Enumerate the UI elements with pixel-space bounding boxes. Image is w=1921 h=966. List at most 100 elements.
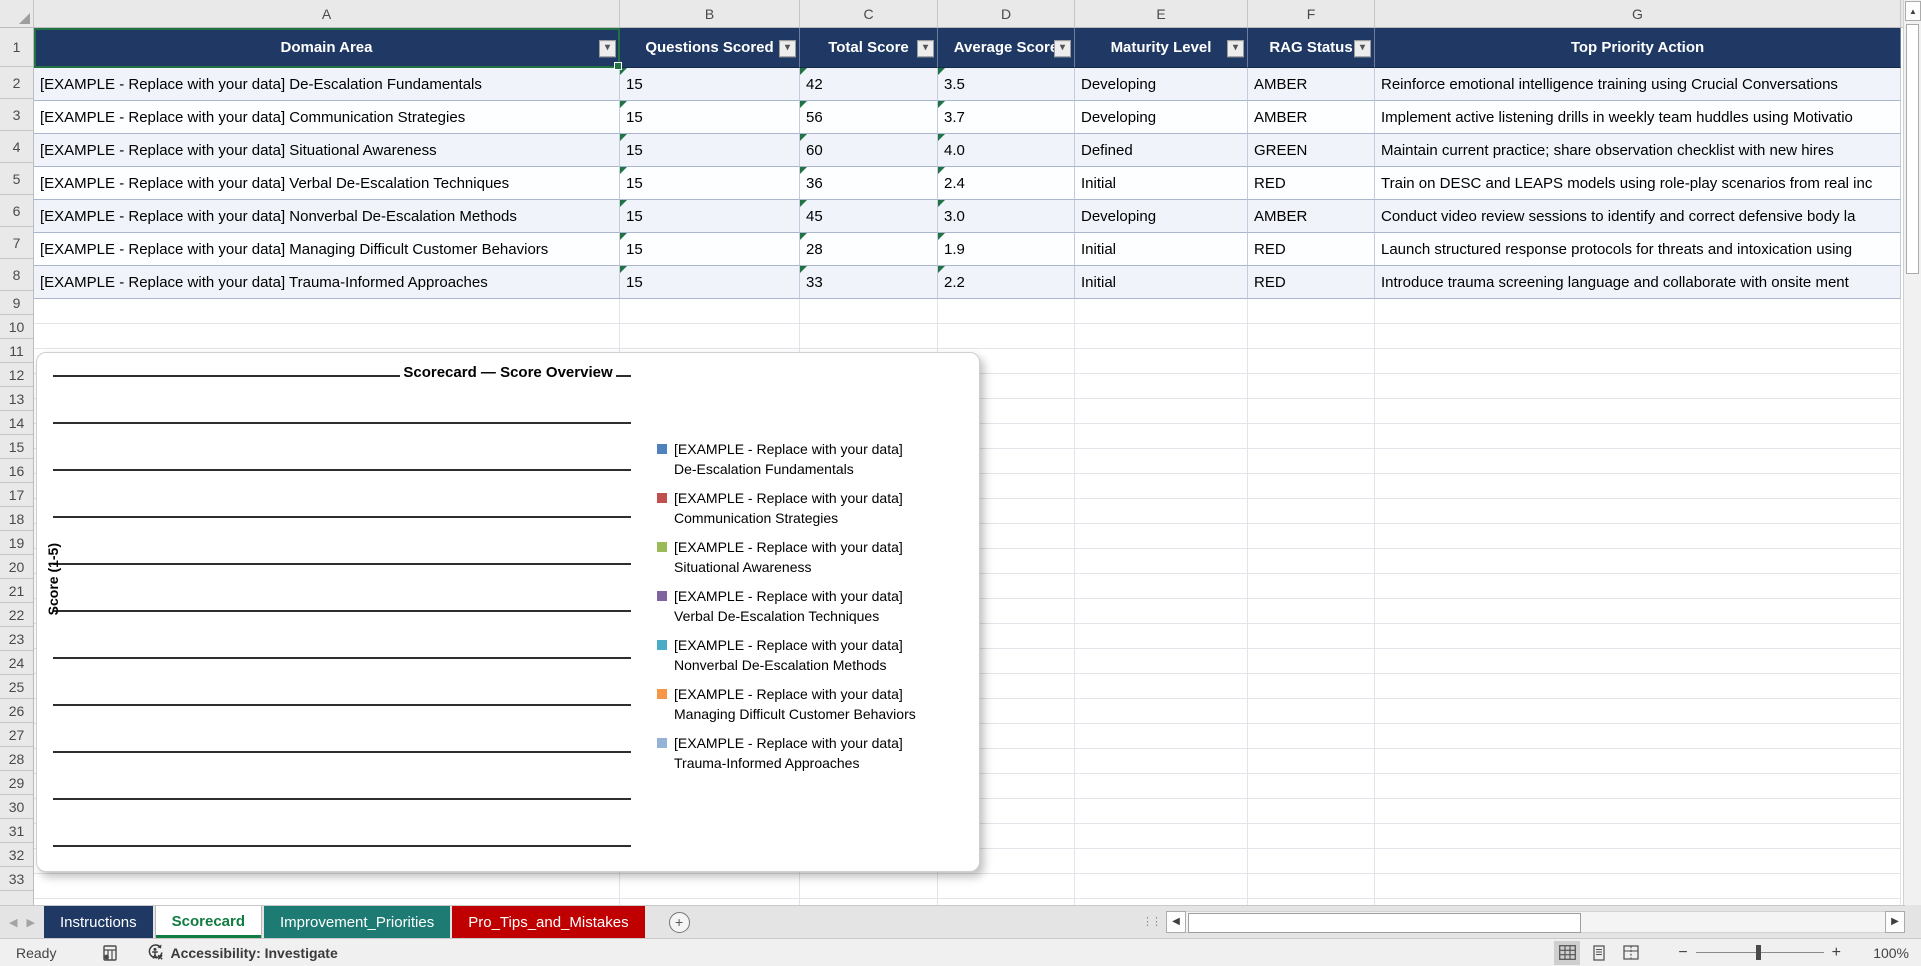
empty-cell[interactable] <box>1075 374 1248 399</box>
cell-rag[interactable]: RED <box>1248 167 1375 200</box>
cell-action[interactable]: Maintain current practice; share observa… <box>1375 134 1901 167</box>
empty-cell[interactable] <box>1375 499 1901 524</box>
row-header-15[interactable]: 15 <box>0 435 33 459</box>
cell-average[interactable]: 2.4 <box>938 167 1075 200</box>
empty-cell[interactable] <box>1075 424 1248 449</box>
row-header-10[interactable]: 10 <box>0 315 33 339</box>
horizontal-scroll-thumb[interactable] <box>1188 912 1582 933</box>
empty-cell[interactable] <box>1075 549 1248 574</box>
empty-cell[interactable] <box>1375 349 1901 374</box>
page-break-preview-button[interactable] <box>1618 941 1644 965</box>
cell-domain[interactable]: [EXAMPLE - Replace with your data] Commu… <box>34 101 620 134</box>
empty-cell[interactable] <box>1375 849 1901 874</box>
empty-cell[interactable] <box>1375 674 1901 699</box>
row-header-11[interactable]: 11 <box>0 339 33 363</box>
empty-cell[interactable] <box>1375 749 1901 774</box>
row-header-17[interactable]: 17 <box>0 483 33 507</box>
column-header-E[interactable]: E <box>1075 0 1248 27</box>
row-header-33[interactable]: 33 <box>0 867 33 891</box>
empty-cell[interactable] <box>34 324 620 349</box>
filter-dropdown-button[interactable]: ▾ <box>779 39 796 57</box>
cell-average[interactable]: 3.5 <box>938 68 1075 101</box>
empty-cell[interactable] <box>1075 499 1248 524</box>
cell-action[interactable]: Train on DESC and LEAPS models using rol… <box>1375 167 1901 200</box>
cell-questions[interactable]: 15 <box>620 200 800 233</box>
empty-cell[interactable] <box>1248 549 1375 574</box>
tab-splitter-grip-icon[interactable]: ⋮⋮ <box>1142 915 1162 928</box>
tab-scroll-left-icon[interactable]: ◀ <box>0 916 26 929</box>
filter-dropdown-button[interactable]: ▾ <box>1227 39 1244 57</box>
cell-rag[interactable]: RED <box>1248 266 1375 299</box>
empty-cell[interactable] <box>1375 624 1901 649</box>
cell-total[interactable]: 42 <box>800 68 938 101</box>
row-header-26[interactable]: 26 <box>0 699 33 723</box>
empty-cell[interactable] <box>1375 474 1901 499</box>
empty-cell[interactable] <box>1075 324 1248 349</box>
empty-cell[interactable] <box>1248 374 1375 399</box>
page-layout-view-button[interactable] <box>1586 941 1612 965</box>
scroll-right-button[interactable]: ▶ <box>1885 910 1905 933</box>
cell-average[interactable]: 3.7 <box>938 101 1075 134</box>
cell-domain[interactable]: [EXAMPLE - Replace with your data] Nonve… <box>34 200 620 233</box>
cell-total[interactable]: 45 <box>800 200 938 233</box>
empty-cell[interactable] <box>1075 749 1248 774</box>
vertical-scrollbar[interactable]: ▲ <box>1903 0 1921 905</box>
cell-domain[interactable]: [EXAMPLE - Replace with your data] Situa… <box>34 134 620 167</box>
empty-cell[interactable] <box>1248 449 1375 474</box>
cell-action[interactable]: Conduct video review sessions to identif… <box>1375 200 1901 233</box>
header-cell-questions[interactable]: Questions Scored ▾ <box>620 28 800 68</box>
empty-cell[interactable] <box>1075 399 1248 424</box>
legend-entry[interactable]: [EXAMPLE - Replace with your data] Commu… <box>657 488 957 528</box>
select-all-button[interactable] <box>0 0 34 27</box>
zoom-slider-handle[interactable] <box>1755 945 1761 960</box>
legend-entry[interactable]: [EXAMPLE - Replace with your data] Manag… <box>657 684 957 724</box>
legend-entry[interactable]: [EXAMPLE - Replace with your data] Nonve… <box>657 635 957 675</box>
cell-total[interactable]: 56 <box>800 101 938 134</box>
row-header-12[interactable]: 12 <box>0 363 33 387</box>
empty-cell[interactable] <box>1248 699 1375 724</box>
cell-total[interactable]: 36 <box>800 167 938 200</box>
empty-cell[interactable] <box>1075 699 1248 724</box>
cell-questions[interactable]: 15 <box>620 101 800 134</box>
column-header-F[interactable]: F <box>1248 0 1375 27</box>
empty-cell[interactable] <box>1375 724 1901 749</box>
empty-cell[interactable] <box>1248 774 1375 799</box>
empty-cell[interactable] <box>1375 774 1901 799</box>
horizontal-scroll-track[interactable] <box>1186 910 1885 933</box>
empty-cell[interactable] <box>1248 824 1375 849</box>
row-header-25[interactable]: 25 <box>0 675 33 699</box>
cell-maturity[interactable]: Initial <box>1075 266 1248 299</box>
empty-cell[interactable] <box>1248 674 1375 699</box>
empty-cell[interactable] <box>1375 549 1901 574</box>
column-header-D[interactable]: D <box>938 0 1075 27</box>
empty-cell[interactable] <box>1248 424 1375 449</box>
legend-entry[interactable]: [EXAMPLE - Replace with your data] Traum… <box>657 733 957 773</box>
empty-cell[interactable] <box>1075 849 1248 874</box>
empty-cell[interactable] <box>800 874 938 899</box>
macro-record-icon[interactable] <box>102 944 118 961</box>
empty-cell[interactable] <box>1075 599 1248 624</box>
sheet-tab-pro_tips_and_mistakes[interactable]: Pro_Tips_and_Mistakes <box>452 905 645 939</box>
empty-cell[interactable] <box>1248 524 1375 549</box>
row-header-4[interactable]: 4 <box>0 131 33 163</box>
empty-cell[interactable] <box>1075 799 1248 824</box>
column-header-G[interactable]: G <box>1375 0 1901 27</box>
vertical-scroll-thumb[interactable] <box>1906 24 1919 274</box>
empty-cell[interactable] <box>1248 349 1375 374</box>
accessibility-status-label[interactable]: Accessibility: Investigate <box>170 945 337 961</box>
row-header-32[interactable]: 32 <box>0 843 33 867</box>
empty-cell[interactable] <box>1375 799 1901 824</box>
cell-rag[interactable]: AMBER <box>1248 200 1375 233</box>
cell-total[interactable]: 60 <box>800 134 938 167</box>
empty-cell[interactable] <box>1375 399 1901 424</box>
empty-cell[interactable] <box>1075 474 1248 499</box>
empty-cell[interactable] <box>1248 874 1375 899</box>
cell-questions[interactable]: 15 <box>620 266 800 299</box>
empty-cell[interactable] <box>1375 824 1901 849</box>
empty-cell[interactable] <box>1375 524 1901 549</box>
empty-cell[interactable] <box>34 299 620 324</box>
empty-cell[interactable] <box>1248 849 1375 874</box>
cell-rag[interactable]: AMBER <box>1248 101 1375 134</box>
cell-total[interactable]: 28 <box>800 233 938 266</box>
cell-rag[interactable]: AMBER <box>1248 68 1375 101</box>
